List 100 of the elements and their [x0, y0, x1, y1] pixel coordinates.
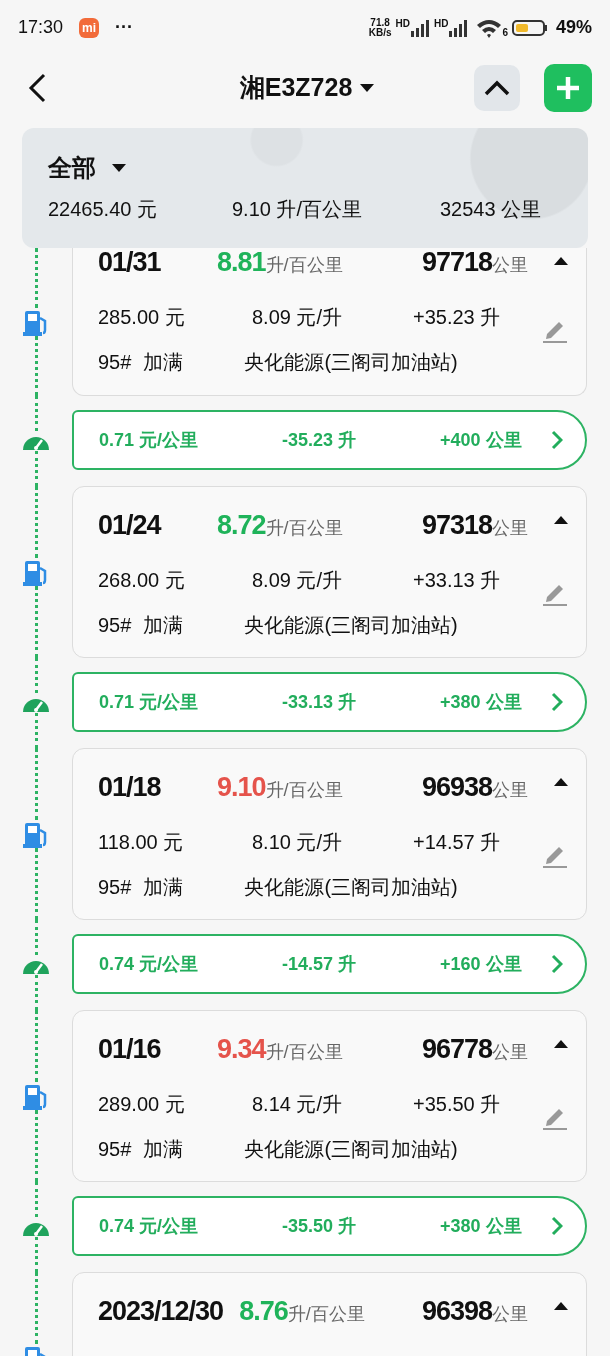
chevron-right-icon[interactable] — [551, 430, 563, 450]
dropdown-caret-icon[interactable] — [112, 163, 126, 173]
unit-price: 8.09 元/升 — [252, 305, 344, 330]
vehicle-title[interactable]: 湘E3Z728 — [239, 68, 353, 107]
distance-driven: +400 公里 — [440, 428, 522, 452]
app-badge: mi — [79, 17, 100, 38]
clock: 17:30 — [18, 16, 64, 39]
fill-type: 加满 — [143, 350, 185, 375]
fuel-pump-icon — [23, 820, 49, 848]
battery-icon — [511, 18, 548, 37]
consumption-value: 9.34 — [217, 1033, 266, 1066]
record-date: 01/18 — [98, 771, 162, 804]
fuel-volume: +35.23 升 — [413, 305, 501, 330]
odometer-unit: 公里 — [492, 1304, 528, 1326]
gas-station: 央化能源(三阁司加油站) — [244, 350, 458, 375]
total-cost: 22465.40 元 — [48, 197, 158, 222]
fill-type: 加满 — [143, 875, 185, 900]
fill-type: 加满 — [143, 1137, 185, 1162]
odometer-value: 97318 — [421, 509, 492, 542]
odometer-value: 97718 — [421, 246, 492, 279]
consumption-unit: 升/百公里 — [287, 1304, 365, 1326]
odometer-unit: 公里 — [492, 518, 528, 540]
average-consumption: 9.10 升/百公里 — [232, 197, 364, 222]
record-card[interactable]: 01/31 8.81升/百公里 97718公里 285.00 元 8.09 元/升 +35.23 升 95# 加满 央化能源(三阁司加油站) — [72, 248, 587, 396]
consumption-unit: 升/百公里 — [265, 518, 343, 540]
amount: 289.00 元 — [98, 1092, 186, 1117]
unit-price: 8.09 元/升 — [252, 568, 344, 593]
fuel-used: -33.13 升 — [282, 690, 358, 714]
signal-icon — [409, 18, 430, 37]
fuel-pump-icon — [23, 1082, 49, 1110]
cost-per-km: 0.74 元/公里 — [99, 1214, 200, 1238]
fuel-volume: +14.57 升 — [413, 830, 501, 855]
gas-station: 央化能源(三阁司加油站) — [244, 1137, 458, 1162]
amount: 268.00 元 — [98, 568, 186, 593]
record-date: 01/31 — [98, 246, 162, 279]
distance-driven: +380 公里 — [440, 690, 522, 714]
total-distance: 32543 公里 — [440, 197, 542, 222]
caret-up-icon[interactable] — [554, 256, 568, 266]
consumption-unit: 升/百公里 — [265, 255, 343, 277]
gas-station: 央化能源(三阁司加油站) — [244, 613, 458, 638]
fuel-volume: +35.50 升 — [413, 1092, 501, 1117]
consumption-value: 8.72 — [217, 509, 266, 542]
consumption-unit: 升/百公里 — [265, 780, 343, 802]
odometer-unit: 公里 — [492, 780, 528, 802]
net-speed: 71.8 — [369, 17, 391, 28]
wifi-icon — [476, 17, 503, 38]
odometer-unit: 公里 — [492, 255, 528, 277]
chevron-up-icon[interactable] — [484, 79, 510, 96]
consumption-value: 8.81 — [217, 246, 266, 279]
record-card[interactable]: 2023/12/30 8.76升/百公里 96398公里 — [72, 1272, 587, 1356]
fuel-used: -14.57 升 — [282, 952, 358, 976]
fuel-used: -35.50 升 — [282, 1214, 358, 1238]
record-date: 01/24 — [98, 509, 163, 542]
collapse-button[interactable] — [474, 64, 520, 111]
cost-per-km: 0.71 元/公里 — [99, 428, 200, 452]
fuel-used: -35.23 升 — [282, 428, 358, 452]
caret-up-icon[interactable] — [554, 777, 568, 787]
more-indicator: ··· — [115, 16, 134, 39]
net-speed-unit: KB/s — [368, 27, 392, 38]
cost-per-km: 0.74 元/公里 — [99, 952, 200, 976]
fuel-volume: +33.13 升 — [413, 568, 501, 593]
fuel-grade: 95# — [98, 875, 132, 900]
chevron-right-icon[interactable] — [551, 954, 563, 974]
fuel-grade: 95# — [98, 1137, 132, 1162]
unit-price: 8.10 元/升 — [252, 830, 344, 855]
record-card[interactable]: 01/16 9.34升/百公里 96778公里 289.00 元 8.14 元/升 +35.50 升 95# 加满 央化能源(三阁司加油站) — [72, 1010, 587, 1182]
amount: 285.00 元 — [98, 305, 186, 330]
caret-up-icon[interactable] — [554, 1039, 568, 1049]
battery-percent: 49% — [555, 16, 592, 39]
fuel-pump-icon — [23, 308, 49, 336]
network-label: HD — [433, 18, 449, 29]
odometer-value: 96938 — [421, 771, 492, 804]
record-date: 2023/12/30 — [98, 1295, 224, 1328]
cost-per-km: 0.71 元/公里 — [99, 690, 200, 714]
filter-label[interactable]: 全部 — [48, 150, 96, 186]
odometer-unit: 公里 — [492, 1042, 528, 1064]
dropdown-caret-icon[interactable] — [360, 82, 375, 93]
chevron-right-icon[interactable] — [551, 1216, 563, 1236]
caret-up-icon[interactable] — [554, 515, 568, 525]
record-date: 01/16 — [98, 1033, 162, 1066]
caret-up-icon[interactable] — [554, 1301, 568, 1311]
consumption-unit: 升/百公里 — [265, 1042, 343, 1064]
distance-driven: +380 公里 — [440, 1214, 522, 1238]
fuel-grade: 95# — [98, 613, 132, 638]
odometer-value: 96398 — [421, 1295, 492, 1328]
consumption-value: 8.76 — [239, 1295, 288, 1328]
wifi-label: 6 — [502, 27, 508, 38]
odometer-value: 96778 — [421, 1033, 492, 1066]
gas-station: 央化能源(三阁司加油站) — [244, 875, 458, 900]
network-label: HD — [395, 18, 410, 29]
amount: 118.00 元 — [98, 830, 185, 855]
fuel-grade: 95# — [98, 350, 132, 375]
distance-driven: +160 公里 — [440, 952, 522, 976]
record-card[interactable]: 01/18 9.10升/百公里 96938公里 118.00 元 8.10 元/升 +14.57 升 95# 加满 央化能源(三阁司加油站) — [72, 748, 587, 920]
unit-price: 8.14 元/升 — [252, 1092, 344, 1117]
signal-icon — [448, 18, 469, 37]
chevron-right-icon[interactable] — [551, 692, 563, 712]
consumption-value: 9.10 — [217, 771, 266, 804]
record-card[interactable]: 01/24 8.72升/百公里 97318公里 268.00 元 8.09 元/升 +33.13 升 95# 加满 央化能源(三阁司加油站) — [72, 486, 587, 658]
fill-type: 加满 — [143, 613, 185, 638]
